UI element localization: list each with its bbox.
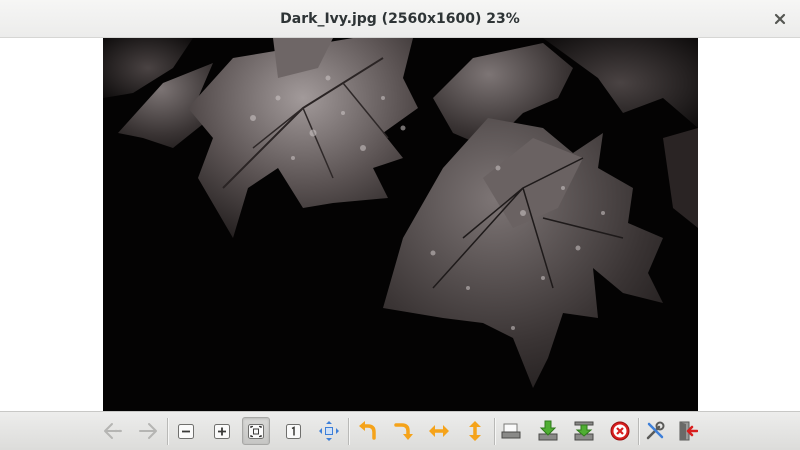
previous-image-button[interactable] — [99, 417, 127, 445]
rotate-right-icon — [394, 423, 413, 440]
toolbar-separator — [494, 418, 496, 445]
close-button[interactable] — [772, 11, 788, 27]
preferences-icon — [646, 421, 665, 440]
open-file-icon — [501, 423, 521, 439]
save-file-button[interactable] — [534, 417, 562, 445]
open-file-button[interactable] — [497, 417, 525, 445]
window-title: Dark_Ivy.jpg (2560x1600) 23% — [280, 11, 520, 27]
rotate-right-button[interactable] — [389, 417, 417, 445]
arrow-left-icon — [104, 423, 122, 439]
zoom-in-icon — [214, 424, 230, 439]
displayed-photo — [103, 38, 698, 411]
preferences-button[interactable] — [641, 417, 669, 445]
fullscreen-button[interactable] — [315, 417, 343, 445]
zoom-original-button[interactable] — [279, 417, 307, 445]
toolbar — [0, 411, 800, 450]
toolbar-separator — [348, 418, 350, 445]
fullscreen-icon — [319, 421, 339, 441]
flip-horizontal-icon — [429, 425, 449, 437]
image-viewer-window: Dark_Ivy.jpg (2560x1600) 23% — [0, 0, 800, 450]
zoom-out-icon — [178, 424, 194, 439]
zoom-original-icon — [286, 424, 301, 439]
quit-icon — [679, 421, 698, 441]
close-icon — [774, 13, 786, 25]
flip-vertical-icon — [469, 421, 481, 441]
toolbar-separator — [638, 418, 640, 445]
image-canvas[interactable] — [0, 38, 800, 411]
zoom-fit-button[interactable] — [242, 417, 270, 445]
quit-button[interactable] — [673, 417, 701, 445]
arrow-right-icon — [139, 423, 157, 439]
title-bar[interactable]: Dark_Ivy.jpg (2560x1600) 23% — [0, 0, 800, 38]
flip-horizontal-button[interactable] — [425, 417, 453, 445]
next-image-button[interactable] — [134, 417, 162, 445]
save-as-button[interactable] — [570, 417, 598, 445]
zoom-out-button[interactable] — [172, 417, 200, 445]
rotate-left-button[interactable] — [353, 417, 381, 445]
rotate-left-icon — [359, 421, 376, 440]
zoom-in-button[interactable] — [208, 417, 236, 445]
zoom-fit-icon — [248, 424, 264, 439]
flip-vertical-button[interactable] — [461, 417, 489, 445]
delete-button[interactable] — [606, 417, 634, 445]
toolbar-separator — [167, 418, 169, 445]
delete-icon — [610, 421, 630, 441]
save-as-icon — [574, 421, 594, 441]
save-file-icon — [538, 420, 558, 441]
